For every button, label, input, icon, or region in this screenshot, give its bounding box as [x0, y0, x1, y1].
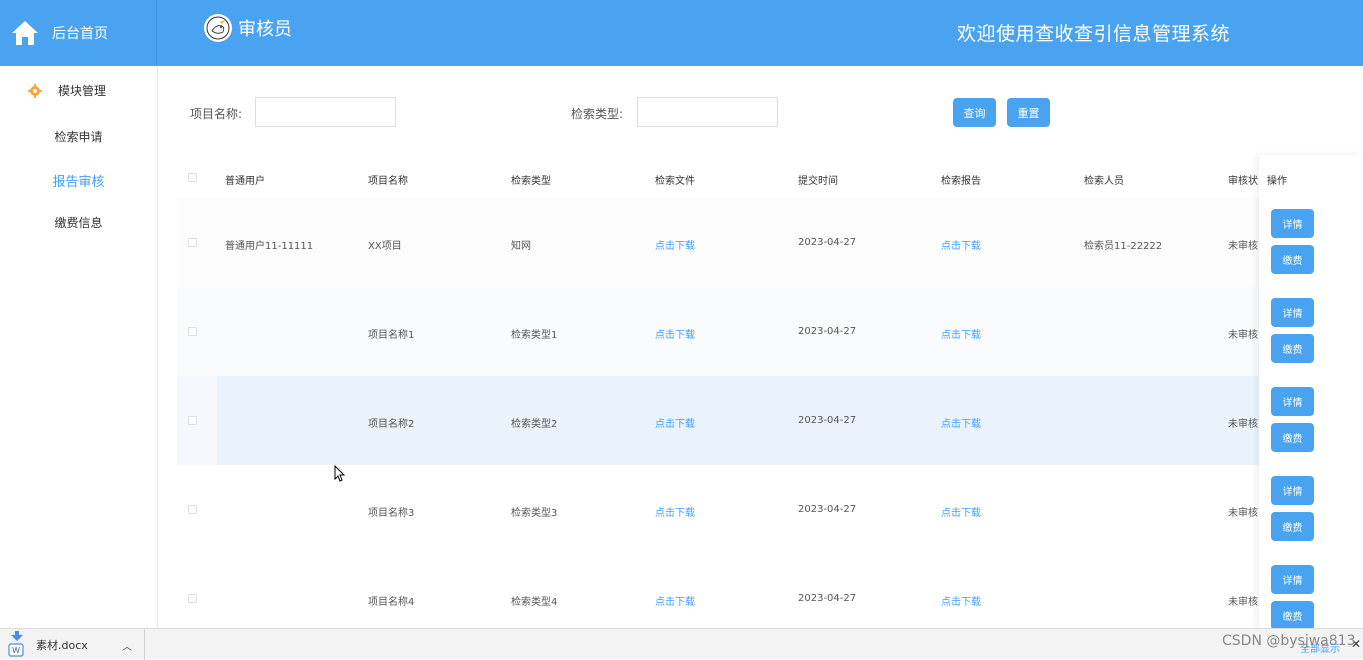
- column-header-user: 普通用户: [225, 176, 265, 187]
- duck-avatar-icon: [206, 16, 230, 40]
- project-name-input[interactable]: [255, 97, 396, 127]
- report-download-link[interactable]: 点击下载: [941, 326, 981, 341]
- row-checkbox[interactable]: [188, 238, 197, 247]
- cell-project: XX项目: [368, 241, 402, 252]
- column-header-report: 检索报告: [941, 176, 981, 187]
- reset-button[interactable]: 重置: [1007, 98, 1050, 127]
- column-header-status: 审核状: [1228, 176, 1258, 187]
- detail-button[interactable]: 详情: [1271, 565, 1314, 594]
- sidebar: 模块管理 检索申请 报告审核 缴费信息: [0, 66, 158, 628]
- file-download-link[interactable]: 点击下载: [655, 326, 695, 341]
- sidebar-item-search-request[interactable]: 检索申请: [0, 128, 157, 145]
- detail-button[interactable]: 详情: [1271, 298, 1314, 327]
- download-bar: W 素材.docx ︿ 全部显示 ✕: [0, 628, 1363, 660]
- cell-type: 检索类型1: [511, 330, 558, 341]
- cell-status: 未审核: [1228, 241, 1258, 252]
- download-file-name: 素材.docx: [36, 638, 88, 652]
- column-header-staff: 检索人员: [1084, 176, 1124, 187]
- table-row[interactable]: 项目名称1 检索类型1 点击下载 2023-04-27 点击下载 未审核: [177, 287, 1346, 376]
- download-item[interactable]: W 素材.docx ︿: [0, 629, 145, 660]
- detail-button[interactable]: 详情: [1271, 476, 1314, 505]
- cell-status: 未审核: [1228, 597, 1258, 608]
- cell-staff: 检索员11-22222: [1084, 241, 1163, 252]
- pay-button[interactable]: 缴费: [1271, 601, 1314, 630]
- detail-button[interactable]: 详情: [1271, 387, 1314, 416]
- column-header-operations: 操作: [1267, 176, 1287, 187]
- sidebar-group-module-management[interactable]: 模块管理: [28, 82, 106, 99]
- cell-time: 2023-04-27: [798, 415, 857, 426]
- cell-type: 检索类型3: [511, 508, 558, 519]
- role-indicator: 审核员: [204, 14, 292, 42]
- watermark-text: CSDN @bysjwa813: [1222, 633, 1356, 649]
- home-label: 后台首页: [52, 26, 108, 42]
- report-download-link[interactable]: 点击下载: [941, 593, 981, 608]
- table-row[interactable]: 项目名称2 检索类型2 点击下载 2023-04-27 点击下载 未审核: [177, 376, 1346, 465]
- search-type-input[interactable]: [637, 97, 778, 127]
- gear-icon: [28, 83, 42, 98]
- row-checkbox[interactable]: [188, 416, 197, 425]
- cell-time: 2023-04-27: [798, 237, 857, 248]
- report-download-link[interactable]: 点击下载: [941, 237, 981, 252]
- cell-project: 项目名称4: [368, 597, 415, 608]
- search-type-label: 检索类型:: [571, 107, 624, 121]
- cell-status: 未审核: [1228, 419, 1258, 430]
- row-checkbox[interactable]: [188, 327, 197, 336]
- file-download-link[interactable]: 点击下载: [655, 504, 695, 519]
- system-title: 欢迎使用查收查引信息管理系统: [957, 23, 1231, 45]
- cell-type: 检索类型2: [511, 419, 558, 430]
- pay-button[interactable]: 缴费: [1271, 423, 1314, 452]
- cell-type: 检索类型4: [511, 597, 558, 608]
- sidebar-item-report-review[interactable]: 报告审核: [0, 171, 157, 190]
- mouse-cursor-icon: [334, 465, 346, 482]
- query-button[interactable]: 查询: [953, 98, 996, 127]
- sidebar-group-label: 模块管理: [58, 84, 107, 98]
- role-name: 审核员: [238, 19, 292, 40]
- column-header-time: 提交时间: [798, 176, 838, 187]
- file-download-link[interactable]: 点击下载: [655, 237, 695, 252]
- column-header-project: 项目名称: [368, 176, 408, 187]
- chevron-up-icon[interactable]: ︿: [122, 638, 132, 653]
- cell-type: 知网: [511, 241, 531, 252]
- cell-status: 未审核: [1228, 508, 1258, 519]
- cell-time: 2023-04-27: [798, 504, 857, 515]
- report-download-link[interactable]: 点击下载: [941, 504, 981, 519]
- row-checkbox[interactable]: [188, 505, 197, 514]
- select-all-checkbox[interactable]: [188, 173, 197, 182]
- pay-button[interactable]: 缴费: [1271, 245, 1314, 274]
- cell-project: 项目名称1: [368, 330, 415, 341]
- row-checkbox-cell: [177, 376, 217, 465]
- report-download-link[interactable]: 点击下载: [941, 415, 981, 430]
- project-name-label: 项目名称:: [190, 107, 243, 121]
- file-download-link[interactable]: 点击下载: [655, 593, 695, 608]
- column-header-type: 检索类型: [511, 176, 551, 187]
- top-header: 后台首页 审核员 欢迎使用查收查引信息管理系统: [0, 0, 1363, 66]
- column-header-file: 检索文件: [655, 176, 695, 187]
- avatar: [204, 14, 232, 42]
- file-download-link[interactable]: 点击下载: [655, 415, 695, 430]
- cell-user: 普通用户11-11111: [225, 241, 314, 252]
- home-link[interactable]: 后台首页: [0, 0, 157, 66]
- detail-button[interactable]: 详情: [1271, 209, 1314, 238]
- pay-button[interactable]: 缴费: [1271, 512, 1314, 541]
- cell-status: 未审核: [1228, 330, 1258, 341]
- pay-button[interactable]: 缴费: [1271, 334, 1314, 363]
- table-row[interactable]: 项目名称3 检索类型3 点击下载 2023-04-27 点击下载 未审核: [177, 465, 1346, 554]
- cell-project: 项目名称3: [368, 508, 415, 519]
- table-row[interactable]: 项目名称4 检索类型4 点击下载 2023-04-27 点击下载 未审核: [177, 554, 1346, 628]
- cell-project: 项目名称2: [368, 419, 415, 430]
- table-row[interactable]: 普通用户11-11111 XX项目 知网 点击下载 2023-04-27 点击下…: [177, 198, 1346, 287]
- home-icon: [12, 21, 38, 45]
- download-arrow-icon: W: [8, 630, 24, 657]
- cell-time: 2023-04-27: [798, 326, 857, 337]
- operations-column: 操作 详情 缴费 详情 缴费 详情 缴费 详情 缴费 详情 缴费: [1259, 155, 1363, 630]
- cell-time: 2023-04-27: [798, 593, 857, 604]
- svg-text:W: W: [12, 646, 20, 655]
- row-checkbox[interactable]: [188, 594, 197, 603]
- sidebar-item-payment-info[interactable]: 缴费信息: [0, 214, 157, 231]
